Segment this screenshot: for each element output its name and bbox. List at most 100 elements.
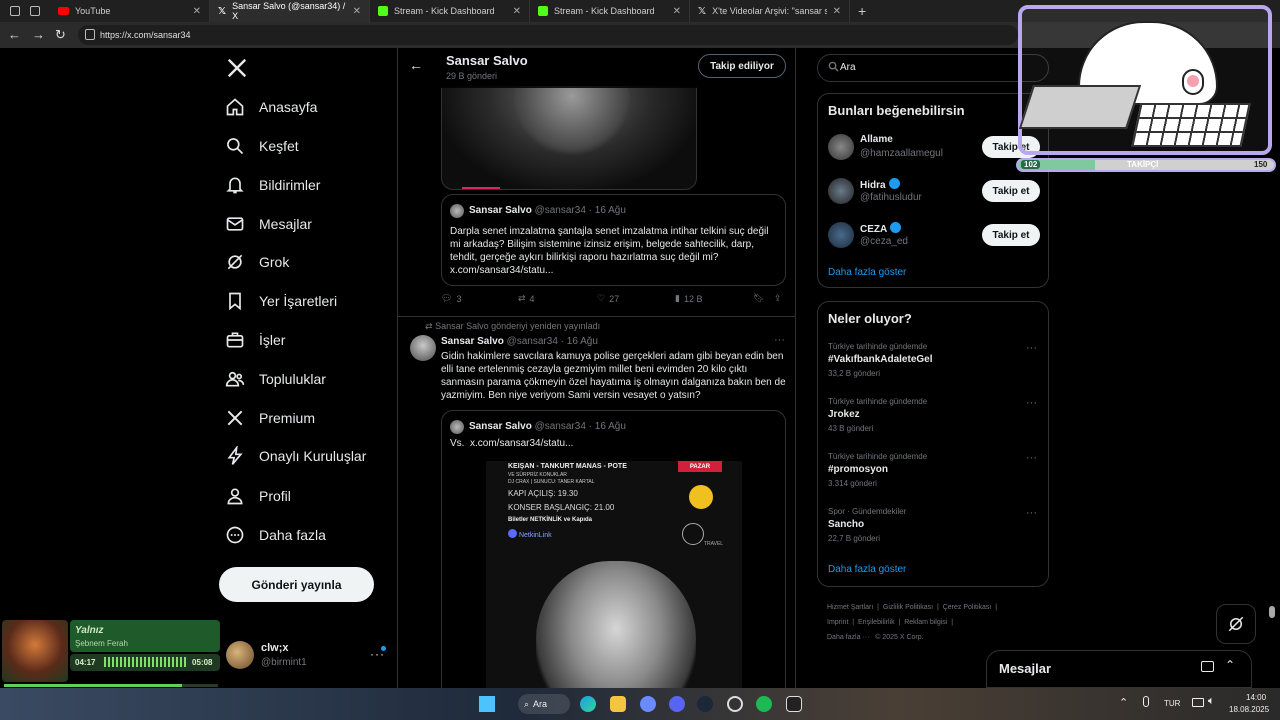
nav-jobs[interactable]: İşler (225, 325, 285, 355)
close-icon[interactable]: ✕ (193, 6, 201, 17)
follow-button[interactable]: Takip et (982, 180, 1040, 202)
spotify-icon[interactable] (756, 696, 772, 712)
nav-home[interactable]: Anasayfa (225, 92, 317, 122)
start-icon[interactable] (479, 696, 495, 712)
footer-link[interactable]: Reklam bilgisi (904, 619, 947, 626)
concert-poster-image[interactable]: KEIŞAN - TANKURT MANAS - POTE VE SÜRPRİZ… (486, 461, 742, 688)
nav-verified-orgs[interactable]: Onaylı Kuruluşlar (225, 441, 366, 471)
new-message-icon[interactable] (1201, 661, 1214, 672)
x-logo-icon[interactable] (226, 57, 248, 79)
repost-button[interactable]: ⇄ 4 (518, 293, 535, 304)
footer-link[interactable]: Hizmet Şartları (827, 604, 873, 611)
reply-button[interactable]: 💬︎ 3 (441, 293, 461, 304)
tab-youtube[interactable]: YouTube ✕ (50, 0, 210, 22)
microphone-icon[interactable] (1143, 696, 1149, 707)
steam-icon[interactable] (697, 696, 713, 712)
more-icon[interactable]: ··· (1026, 342, 1037, 354)
nav-profile[interactable]: Profil (225, 481, 291, 511)
network-icon[interactable] (1192, 698, 1204, 707)
following-button[interactable]: Takip ediliyor (698, 54, 786, 78)
views-button[interactable]: ▮ 12 B (675, 293, 702, 304)
nav-messages[interactable]: Mesajlar (225, 209, 312, 239)
more-icon[interactable]: ··· (1026, 452, 1037, 464)
new-tab-button[interactable]: + (850, 3, 874, 19)
back-arrow-icon[interactable]: ← (409, 57, 423, 73)
tab-x-profile[interactable]: 𝕏 Sansar Salvo (@sansar34) / X ✕ (210, 0, 370, 22)
footer-link[interactable]: Gizlilik Politikası (883, 604, 933, 611)
edge-icon[interactable] (580, 696, 596, 712)
forward-icon[interactable]: → (32, 27, 45, 42)
more-icon[interactable]: ··· (774, 334, 785, 346)
bookmark-button[interactable]: 🔖︎ (753, 293, 764, 304)
back-icon[interactable]: ← (8, 27, 21, 42)
nav-grok[interactable]: Grok (225, 247, 289, 277)
trend-item[interactable]: Türkiye tarihinde gündemde #promosyon 3.… (818, 450, 1050, 494)
taskbar-search[interactable]: ⌕ Ara (518, 694, 570, 714)
discord-icon[interactable] (669, 696, 685, 712)
footer-link[interactable]: Imprint (827, 619, 848, 626)
clock-time[interactable]: 14:00 (1246, 693, 1266, 702)
tab-kick-1[interactable]: Stream - Kick Dashboard ✕ (370, 0, 530, 22)
close-icon[interactable]: ✕ (513, 6, 521, 17)
follower-goal-count: 150 (1254, 160, 1268, 169)
trend-item[interactable]: Türkiye tarihinde gündemde #VakıfbankAda… (818, 340, 1050, 384)
language-indicator[interactable]: TUR (1164, 699, 1180, 708)
follow-suggestion[interactable]: Hidra @fatihusludur Takip et (818, 174, 1050, 212)
close-icon[interactable]: ✕ (673, 6, 681, 17)
obs-icon[interactable] (727, 696, 743, 712)
footer-link[interactable]: Çerez Politikası (943, 604, 992, 611)
quoted-tweet[interactable]: Sansar Salvo @sansar34 · 16 Ağu Vs. x.co… (441, 410, 786, 688)
avatar (450, 420, 464, 434)
nav-premium[interactable]: Premium (225, 403, 315, 433)
more-icon[interactable]: ··· (1026, 397, 1037, 409)
tab-actions-icon[interactable] (30, 6, 40, 16)
nav-explore[interactable]: Keşfet (225, 131, 299, 161)
share-button[interactable]: ⇪ (774, 293, 782, 304)
heart-icon: ♡ (597, 293, 606, 303)
trend-item[interactable]: Spor · Gündemdekiler Sancho 22,7 B gönde… (818, 505, 1050, 549)
nav-notifications[interactable]: Bildirimler (225, 170, 320, 200)
epic-games-icon[interactable] (786, 696, 802, 712)
tab-kick-2[interactable]: Stream - Kick Dashboard ✕ (530, 0, 690, 22)
follow-button[interactable]: Takip et (982, 224, 1040, 246)
close-icon[interactable]: ✕ (353, 6, 361, 17)
netkin-logo: NetkinLink (508, 529, 552, 539)
quoted-tweet[interactable]: Sansar Salvo @sansar34 · 16 Ağu Darpla s… (441, 194, 786, 286)
footer-link[interactable]: Erişilebilirlik (858, 619, 895, 626)
account-switcher[interactable]: clw;x @birmint1 ··· (226, 640, 388, 674)
show-more-link[interactable]: Daha fazla göster (828, 564, 906, 575)
like-button[interactable]: ♡ 27 (597, 293, 619, 304)
messages-drawer[interactable]: Mesajlar ⌃ (986, 650, 1252, 688)
clock-date[interactable]: 18.08.2025 (1229, 705, 1269, 714)
file-explorer-icon[interactable] (610, 696, 626, 712)
mail-icon (225, 214, 245, 234)
follow-suggestion[interactable]: CEZA @ceza_ed Takip et (818, 218, 1050, 256)
search-input[interactable]: Ara (817, 54, 1049, 82)
nav-bookmarks[interactable]: Yer İşaretleri (225, 286, 337, 316)
grok-button[interactable] (1216, 604, 1256, 644)
avatar[interactable] (410, 335, 436, 361)
volume-icon[interactable]: 🔈︎ (1208, 695, 1215, 708)
section-title: Bunları beğenebilirsin (828, 103, 965, 118)
quote-text: Vs. x.com/sansar34/statu... (450, 438, 574, 449)
footer-link[interactable]: Daha fazla ··· (827, 634, 869, 641)
track-artist: Şebnem Ferah (75, 639, 128, 648)
workspaces-icon[interactable] (10, 6, 20, 16)
nav-communities[interactable]: Topluluklar (225, 364, 326, 394)
post-button[interactable]: Gönderi yayınla (219, 567, 374, 602)
site-info-icon[interactable] (85, 29, 95, 40)
trend-item[interactable]: Türkiye tarihinde gündemde Jrokez 43 B g… (818, 395, 1050, 439)
tweet-media-image[interactable] (441, 86, 697, 190)
refresh-icon[interactable]: ↻ (55, 27, 66, 43)
expand-icon[interactable]: ⌃ (1225, 658, 1235, 672)
avatar (828, 178, 854, 204)
more-icon[interactable]: ··· (1026, 507, 1037, 519)
nav-more[interactable]: Daha fazla (225, 520, 326, 550)
close-icon[interactable]: ✕ (833, 6, 841, 17)
app-icon[interactable] (640, 696, 656, 712)
show-more-link[interactable]: Daha fazla göster (828, 267, 906, 278)
url-bar[interactable]: https://x.com/sansar34 (78, 25, 1018, 45)
tab-x-videos[interactable]: 𝕏 X'te Videolar Arşivi: "sansar salvo✕ (690, 0, 850, 22)
scrollbar[interactable] (1269, 606, 1275, 618)
tray-chevron-icon[interactable]: ⌃ (1119, 696, 1128, 709)
